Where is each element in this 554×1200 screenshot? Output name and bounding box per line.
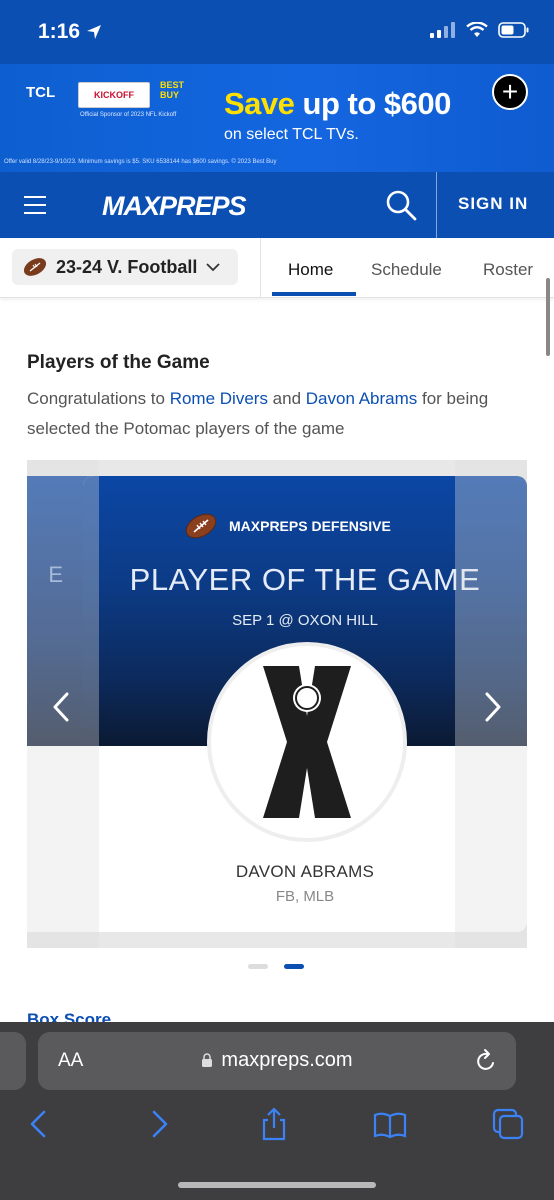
ad-sponsor-line: Official Sponsor of 2023 NFL Kickoff [80, 112, 177, 118]
forward-icon[interactable] [140, 1106, 176, 1142]
ad-expand-plus-icon[interactable]: + [492, 74, 528, 110]
ad-headline: Save up to $600 [224, 86, 451, 122]
carousel-dot-1[interactable] [248, 964, 268, 969]
maxpreps-x-placeholder-icon [263, 666, 351, 818]
safari-bottom-bar: AA maxpreps.com [0, 1022, 554, 1200]
status-icons [430, 22, 530, 38]
maxpreps-logo[interactable]: MAXPREPS [102, 186, 247, 226]
player-avatar [207, 642, 407, 842]
card-brand: MAXPREPS DEFENSIVE [183, 512, 391, 540]
carousel-pagination [248, 964, 304, 969]
safari-toolbar [0, 1106, 554, 1146]
lock-icon [202, 1053, 213, 1067]
share-icon[interactable] [256, 1106, 292, 1142]
chevron-down-icon [206, 263, 221, 272]
section-description: Congratulations to Rome Divers and Davon… [27, 384, 527, 444]
player-link-davon-abrams[interactable]: Davon Abrams [306, 389, 418, 408]
tab-home[interactable]: Home [288, 260, 333, 280]
carousel-prev-arrow-icon[interactable] [49, 690, 75, 724]
location-arrow-icon [87, 25, 102, 39]
nav-divider [436, 172, 437, 238]
team-sub-nav: 23-24 V. Football Home Schedule Roster [0, 238, 554, 298]
battery-icon [498, 22, 529, 38]
sub-nav-divider [260, 238, 261, 298]
players-carousel[interactable]: E MAXPREPS DEFENSIVE PLAYER OF THE GAME … [27, 460, 527, 948]
desc-prefix: Congratulations to [27, 389, 170, 408]
address-bar[interactable]: AA maxpreps.com [38, 1032, 516, 1090]
url-display[interactable]: maxpreps.com [38, 1049, 516, 1072]
tabs-icon[interactable] [490, 1106, 526, 1142]
url-text: maxpreps.com [221, 1049, 353, 1071]
previous-tab-edge[interactable] [0, 1032, 26, 1090]
carousel-next-arrow-icon[interactable] [479, 690, 505, 724]
sign-in-button[interactable]: SIGN IN [458, 194, 528, 214]
ad-subline: on select TCL TVs. [224, 126, 359, 143]
ad-kickoff-logo: KICKOFF [78, 82, 150, 108]
carousel-dot-2[interactable] [284, 964, 304, 969]
team-selector-label: 23-24 V. Football [56, 256, 198, 277]
ad-headline-rest: up to $600 [294, 86, 452, 121]
football-icon [23, 258, 47, 276]
search-icon[interactable] [384, 188, 418, 222]
player-link-rome-divers[interactable]: Rome Divers [170, 389, 268, 408]
ad-banner[interactable]: TCL KICKOFF BEST BUY Official Sponsor of… [0, 64, 554, 172]
home-indicator [178, 1182, 376, 1188]
ad-legal-text: Offer valid 8/28/23-9/10/23. Minimum sav… [4, 159, 277, 165]
clock: 1:16 [38, 20, 81, 43]
site-header: MAXPREPS SIGN IN [0, 172, 554, 238]
desc-and: and [267, 389, 306, 408]
reload-icon[interactable] [474, 1048, 498, 1074]
active-tab-indicator [272, 292, 356, 296]
status-time: 1:16 [38, 20, 102, 44]
team-selector[interactable]: 23-24 V. Football [12, 249, 238, 285]
status-bar: 1:16 [0, 0, 554, 64]
card-brand-label: MAXPREPS DEFENSIVE [229, 518, 391, 534]
football-icon [185, 513, 217, 539]
wifi-icon [466, 22, 488, 37]
back-icon[interactable] [22, 1106, 58, 1142]
ad-headline-save: Save [224, 86, 295, 121]
signal-icon [430, 22, 455, 38]
ad-tcl-logo: TCL [26, 84, 56, 101]
tab-schedule[interactable]: Schedule [371, 260, 442, 280]
section-title: Players of the Game [27, 352, 210, 373]
hamburger-menu-icon[interactable] [24, 194, 46, 216]
scrollbar[interactable] [546, 278, 550, 356]
logo-text: MAXPREPS [102, 190, 247, 221]
bookmarks-icon[interactable] [372, 1106, 408, 1142]
ad-bestbuy-logo: BEST BUY [160, 80, 185, 100]
tab-roster[interactable]: Roster [483, 260, 533, 280]
